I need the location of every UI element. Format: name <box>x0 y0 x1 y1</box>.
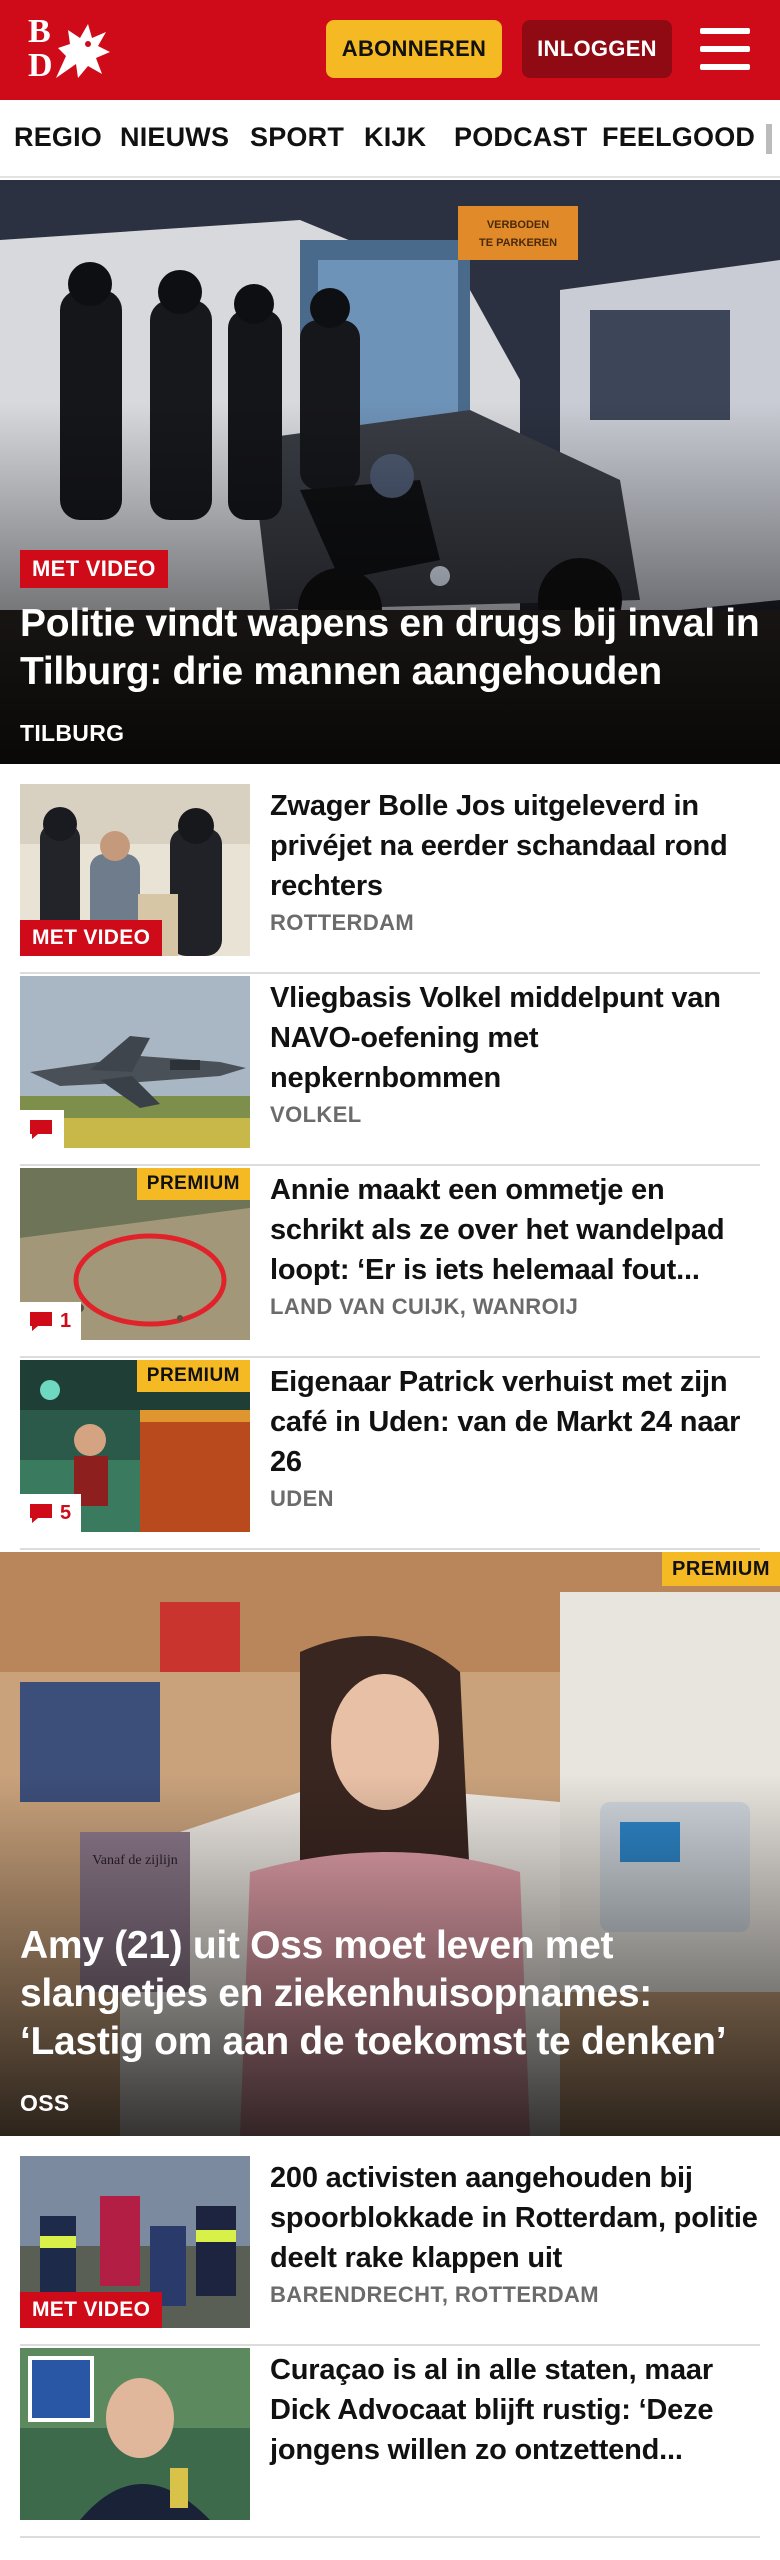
article-title[interactable]: Annie maakt een ommetje en schrikt als z… <box>270 1170 760 1290</box>
hero-title[interactable]: Amy (21) uit Oss moet leven met slangetj… <box>20 1922 762 2066</box>
article-title[interactable]: 200 activisten aangehouden bij spoorblok… <box>270 2158 760 2278</box>
article-title[interactable]: Eigenaar Patrick verhuist met zijn café … <box>270 1362 760 1482</box>
premium-badge: PREMIUM <box>136 1168 250 1200</box>
hero-location: OSS <box>20 2090 70 2116</box>
thumbnail: MET VIDEO <box>20 2156 250 2328</box>
dragon-icon <box>56 24 110 78</box>
thumbnail-image-advocaat <box>20 2348 250 2520</box>
article-location: VOLKEL <box>270 1102 362 1127</box>
premium-badge: PREMIUM <box>662 1552 780 1586</box>
list-item[interactable]: Vliegbasis Volkel middelpunt van NAVO-oe… <box>20 976 760 1166</box>
hero-location: TILBURG <box>20 720 125 746</box>
nav-item-nieuws[interactable]: NIEUWS <box>120 122 229 153</box>
thumbnail <box>20 976 250 1148</box>
premium-badge: PREMIUM <box>136 1360 250 1392</box>
nav-item-podcast[interactable]: PODCAST <box>454 122 587 153</box>
article-location: UDEN <box>270 1486 334 1511</box>
nav-item-regio[interactable]: REGIO <box>14 122 102 153</box>
list-item[interactable]: MET VIDEO 200 activisten aangehouden bij… <box>20 2156 760 2346</box>
section-nav: REGIO NIEUWS SPORT KIJK PODCAST FEELGOOD <box>0 100 780 178</box>
article-title[interactable]: Curaçao is al in alle staten, maar Dick … <box>270 2350 760 2470</box>
list-item[interactable]: PREMIUM 1 Annie maakt een ommetje en sch… <box>20 1168 760 1358</box>
article-location: LAND VAN CUIJK, WANROIJ <box>270 1294 579 1319</box>
nav-item-sport[interactable]: SPORT <box>250 122 344 153</box>
svg-text:VERBODEN: VERBODEN <box>487 219 549 231</box>
thumbnail: PREMIUM 5 <box>20 1360 250 1532</box>
bd-logo[interactable]: BD <box>26 14 114 84</box>
login-button[interactable]: INLOGGEN <box>522 20 672 78</box>
article-location: BARENDRECHT, ROTTERDAM <box>270 2282 600 2307</box>
video-badge: MET VIDEO <box>20 2292 163 2328</box>
list-item[interactable]: MET VIDEO Zwager Bolle Jos uitgeleverd i… <box>20 784 760 974</box>
comment-icon <box>30 1504 52 1523</box>
list-item[interactable]: PREMIUM 5 Eigenaar Patrick verhuist met … <box>20 1360 760 1550</box>
nav-item-feelgood[interactable]: FEELGOOD <box>602 122 755 153</box>
top-bar: BD ABONNEREN INLOGGEN <box>0 0 780 100</box>
thumbnail: PREMIUM 1 <box>20 1168 250 1340</box>
svg-text:TE PARKEREN: TE PARKEREN <box>479 237 557 249</box>
hero-article-tilburg[interactable]: VERBODEN TE PARKEREN MET VIDEO Politie v… <box>0 180 780 764</box>
comment-indicator[interactable] <box>20 1110 64 1148</box>
hero-article-oss[interactable]: Vanaf de zijlijn PREMIUM Amy (21) uit Os… <box>0 1552 780 2136</box>
nav-item-kijk[interactable]: KIJK <box>364 122 426 153</box>
hero-title[interactable]: Politie vindt wapens en drugs bij inval … <box>20 600 762 696</box>
thumbnail: MET VIDEO <box>20 784 250 956</box>
video-badge: MET VIDEO <box>20 550 168 588</box>
thumbnail <box>20 2348 250 2520</box>
comment-indicator[interactable]: 5 <box>20 1494 82 1532</box>
comment-icon <box>30 1312 52 1331</box>
nav-overflow-marker <box>766 124 772 154</box>
video-badge: MET VIDEO <box>20 920 163 956</box>
menu-icon[interactable] <box>700 26 754 72</box>
list-item[interactable]: Curaçao is al in alle staten, maar Dick … <box>20 2348 760 2538</box>
comment-count: 5 <box>60 1501 72 1524</box>
comment-indicator[interactable]: 1 <box>20 1302 82 1340</box>
comment-icon <box>30 1120 52 1139</box>
subscribe-button[interactable]: ABONNEREN <box>326 20 502 78</box>
article-location: ROTTERDAM <box>270 910 415 935</box>
article-title[interactable]: Zwager Bolle Jos uitgeleverd in privéjet… <box>270 786 760 906</box>
comment-count: 1 <box>60 1309 72 1332</box>
article-title[interactable]: Vliegbasis Volkel middelpunt van NAVO-oe… <box>270 978 760 1098</box>
